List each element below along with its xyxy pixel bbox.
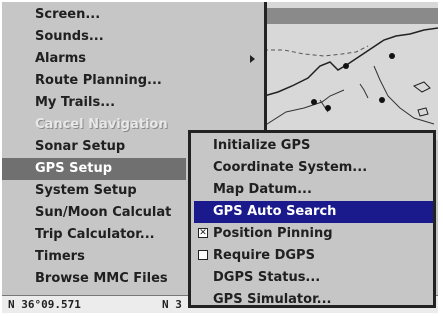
checkbox-checked-icon[interactable]: ✕ (198, 228, 208, 238)
menu-item-label: Sun/Moon Calculat (35, 205, 172, 220)
submenu-item-label: Map Datum... (213, 182, 312, 197)
menu-item-label: GPS Setup (35, 161, 113, 176)
map-coastline (264, 27, 438, 97)
submenu-item-dgps-status[interactable]: DGPS Status... (194, 267, 433, 289)
menu-item-label: Trip Calculator... (35, 227, 155, 242)
map-border-dashed (264, 45, 369, 57)
menu-item-route-planning[interactable]: Route Planning... (2, 70, 264, 92)
menu-item-sun-moon-calculator[interactable]: Sun/Moon Calculat (2, 202, 186, 224)
menu-item-label: Screen... (35, 7, 101, 22)
menu-item-trip-calculator[interactable]: Trip Calculator... (2, 224, 186, 246)
menu-item-label: Sounds... (35, 29, 104, 44)
menu-item-label: System Setup (35, 183, 137, 198)
menu-item-alarms[interactable]: Alarms (2, 48, 264, 70)
submenu-item-coordinate-system[interactable]: Coordinate System... (194, 157, 433, 179)
menu-item-label: Route Planning... (35, 73, 162, 88)
submenu-item-label: DGPS Status... (213, 270, 321, 285)
menu-item-my-trails[interactable]: My Trails... (2, 92, 264, 114)
submenu-item-initialize-gps[interactable]: Initialize GPS (194, 135, 433, 157)
submenu-item-label: Position Pinning (213, 226, 333, 241)
submenu-item-label: GPS Simulator... (213, 292, 332, 307)
map-city-marker (325, 105, 331, 111)
submenu-item-label: GPS Auto Search (213, 204, 337, 219)
menu-item-label: Cancel Navigation (35, 117, 168, 132)
chevron-right-icon (250, 55, 255, 63)
submenu-item-label: Require DGPS (213, 248, 315, 263)
menu-item-screen[interactable]: Screen... (2, 4, 264, 26)
menu-item-label: Timers (35, 249, 85, 264)
map-road (264, 89, 345, 127)
map-view (264, 27, 438, 127)
map-road (359, 83, 369, 99)
submenu-item-label: Coordinate System... (213, 160, 368, 175)
map-island (417, 107, 429, 117)
submenu-item-gps-simulator[interactable]: GPS Simulator... (194, 289, 433, 311)
position-readout-secondary: N 3 (162, 298, 182, 311)
map-city-marker (389, 53, 395, 59)
submenu-item-require-dgps[interactable]: Require DGPS (194, 245, 433, 267)
menu-item-label: My Trails... (35, 95, 116, 110)
menu-item-system-setup[interactable]: System Setup (2, 180, 186, 202)
gps-setup-submenu: Initialize GPS Coordinate System... Map … (188, 130, 436, 308)
map-city-marker (379, 97, 385, 103)
submenu-item-label: Initialize GPS (213, 138, 311, 153)
submenu-item-gps-auto-search[interactable]: GPS Auto Search (194, 201, 433, 223)
map-road (373, 65, 435, 125)
submenu-item-position-pinning[interactable]: ✕ Position Pinning (194, 223, 433, 245)
gps-device-screen: N 36°09.571 N 3 Screen... Sounds... Alar… (2, 2, 438, 313)
menu-item-timers[interactable]: Timers (2, 246, 186, 268)
menu-item-browse-mmc-files[interactable]: Browse MMC Files (2, 268, 186, 290)
map-island (412, 81, 431, 93)
map-title-bar (264, 8, 438, 24)
map-city-marker (343, 63, 349, 69)
checkbox-empty-icon[interactable] (198, 250, 208, 260)
position-readout: N 36°09.571 (8, 298, 81, 311)
submenu-item-map-datum[interactable]: Map Datum... (194, 179, 433, 201)
menu-item-label: Sonar Setup (35, 139, 126, 154)
menu-item-label: Alarms (35, 51, 86, 66)
menu-item-sounds[interactable]: Sounds... (2, 26, 264, 48)
map-city-marker (311, 99, 317, 105)
menu-item-label: Browse MMC Files (35, 271, 168, 286)
menu-item-gps-setup[interactable]: GPS Setup (2, 158, 186, 180)
